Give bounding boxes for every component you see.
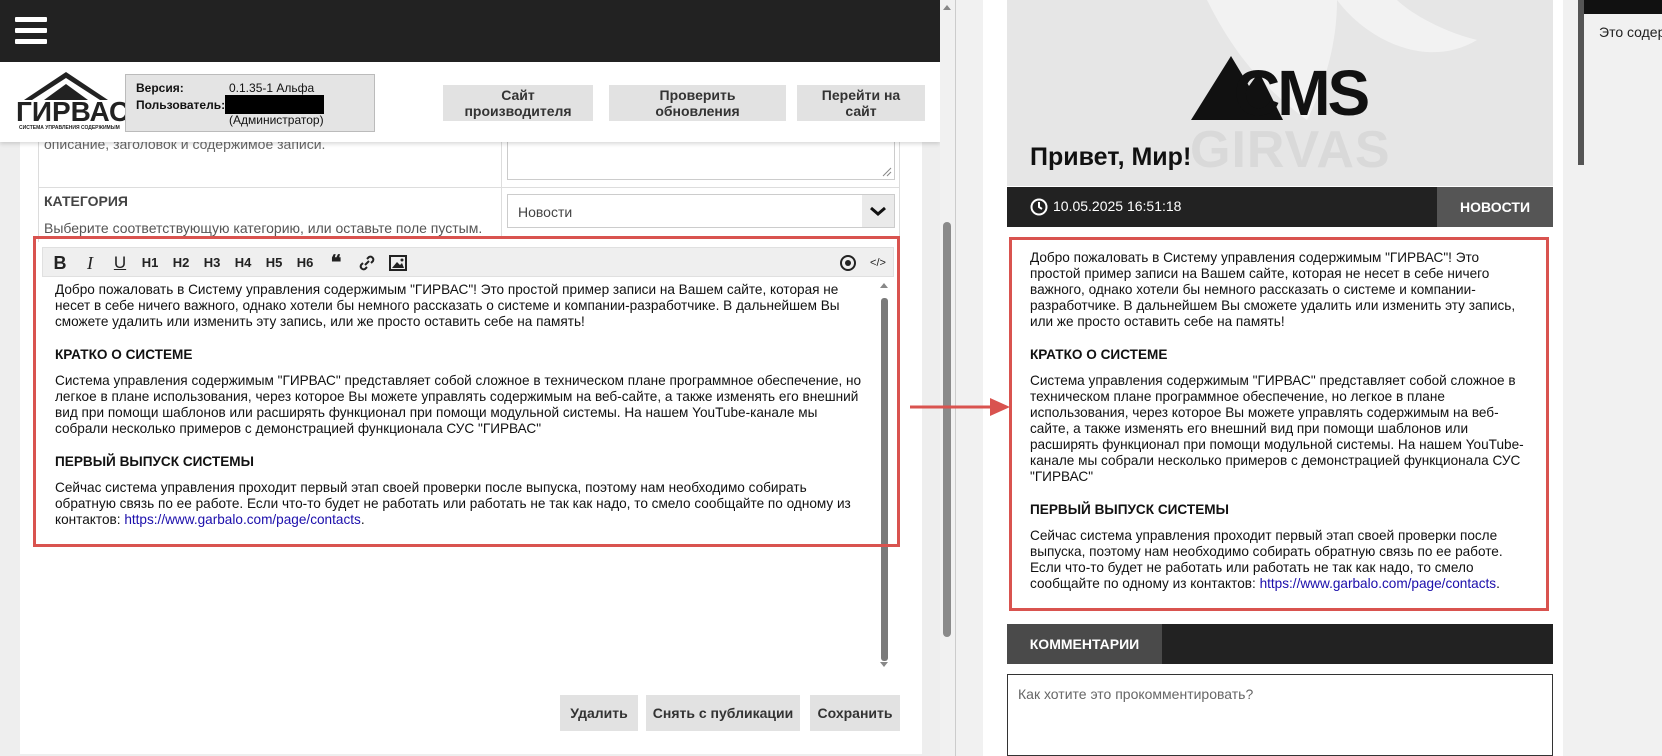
post-category-badge[interactable]: НОВОСТИ (1437, 187, 1553, 227)
code-view-icon[interactable]: </> (863, 252, 893, 274)
menu-icon[interactable] (0, 0, 62, 62)
admin-pane: ГИРВАС СИСТЕМА УПРАВЛЕНИЯ СОДЕРЖИМЫМ Вер… (0, 0, 940, 756)
arrow-right-icon (910, 398, 1010, 416)
preview-about: Система управления содержимым "ГИРВАС" п… (1030, 373, 1524, 484)
save-button[interactable]: Сохранить (810, 695, 900, 731)
scroll-down-icon[interactable] (879, 661, 889, 669)
post-body: Добро пожаловать в Систему управления со… (1030, 250, 1530, 609)
comments-tab[interactable]: КОММЕНТАРИИ (1007, 624, 1162, 664)
release-paragraph: Сейчас система управления проходит первы… (55, 480, 870, 528)
category-label: КАТЕГОРИЯ (44, 193, 128, 209)
version-value: 0.1.35-1 Альфа (229, 81, 315, 95)
category-select[interactable]: Новости (507, 194, 895, 228)
preview-release-end: . (1496, 576, 1500, 591)
about-paragraph: Система управления содержимым "ГИРВАС" п… (55, 373, 862, 436)
side-panel: Это содер (1563, 0, 1662, 756)
logo-subtitle: СИСТЕМА УПРАВЛЕНИЯ СОДЕРЖИМЫМ (19, 125, 120, 131)
side-panel-text: Это содер (1599, 24, 1662, 40)
comment-input[interactable]: Как хотите это прокомментировать? (1007, 674, 1553, 756)
redacted-username (225, 95, 324, 114)
comment-placeholder: Как хотите это прокомментировать? (1018, 686, 1254, 702)
screen: ГИРВАС СИСТЕМА УПРАВЛЕНИЯ СОДЕРЖИМЫМ Вер… (0, 0, 1662, 756)
about-heading: КРАТКО О СИСТЕМЕ (55, 347, 193, 362)
h5-button[interactable]: H5 (261, 252, 287, 274)
go-to-site-button[interactable]: Перейти на сайт (797, 85, 925, 121)
category-value: Новости (518, 204, 573, 220)
h3-button[interactable]: H3 (199, 252, 225, 274)
contacts-link[interactable]: https://www.garbalo.com/page/contacts (124, 512, 361, 527)
row-divider (38, 187, 900, 188)
link-icon[interactable] (354, 252, 380, 274)
post-date: 10.05.2025 16:51:18 (1053, 198, 1182, 214)
logo[interactable]: ГИРВАС СИСТЕМА УПРАВЛЕНИЯ СОДЕРЖИМЫМ (16, 70, 129, 132)
h6-button[interactable]: H6 (292, 252, 318, 274)
preview-about-heading: КРАТКО О СИСТЕМЕ (1030, 347, 1168, 362)
italic-button[interactable]: I (77, 252, 103, 274)
page-scroll-thumb[interactable] (943, 222, 951, 637)
unpublish-button[interactable]: Снять с публикации (646, 695, 800, 731)
vendor-site-button[interactable]: Сайт производителя (443, 85, 593, 121)
user-role: (Администратор) (229, 113, 324, 127)
intro-paragraph: Добро пожаловать в Систему управления со… (55, 282, 840, 329)
user-label: Пользователь: (136, 98, 226, 112)
quote-icon[interactable]: ❝ (323, 252, 349, 274)
check-updates-button[interactable]: Проверить обновления (609, 85, 786, 121)
logo-text: ГИРВАС (16, 96, 130, 127)
top-bar (0, 0, 940, 62)
side-panel-border (1578, 0, 1584, 165)
scroll-up-icon[interactable] (879, 281, 889, 289)
cms-logo-text: CMS (1234, 57, 1370, 129)
bold-button[interactable]: B (47, 252, 73, 274)
pane-separator[interactable] (955, 0, 983, 756)
admin-header: ГИРВАС СИСТЕМА УПРАВЛЕНИЯ СОДЕРЖИМЫМ Вер… (0, 62, 940, 142)
side-panel-header (1578, 0, 1662, 14)
h2-button[interactable]: H2 (168, 252, 194, 274)
post-title: Привет, Мир! (1030, 143, 1192, 171)
preview-toggle-icon[interactable] (835, 252, 861, 274)
scroll-up-icon[interactable] (940, 2, 954, 12)
preview-contacts-link[interactable]: https://www.garbalo.com/page/contacts (1260, 576, 1497, 591)
clock-icon (1030, 198, 1048, 216)
resize-handle-icon[interactable] (882, 167, 892, 177)
info-box: Версия: 0.1.35-1 Альфа Пользователь: (Ад… (125, 74, 375, 132)
category-help: Выберите соответствующую категорию, или … (44, 220, 483, 236)
field-divider (501, 130, 502, 238)
preview-release-heading: ПЕРВЫЙ ВЫПУСК СИСТЕМЫ (1030, 502, 1229, 517)
preview-intro: Добро пожаловать в Систему управления со… (1030, 250, 1516, 329)
release-end: . (360, 512, 365, 527)
editor-content[interactable]: Добро пожаловать в Систему управления со… (55, 282, 870, 545)
editor-toolbar: B I U H1 H2 H3 H4 H5 H6 ❝ </> (42, 247, 894, 277)
h1-button[interactable]: H1 (137, 252, 163, 274)
h4-button[interactable]: H4 (230, 252, 256, 274)
chevron-down-icon[interactable] (862, 195, 894, 227)
editor-scroll-thumb[interactable] (881, 298, 888, 661)
underline-button[interactable]: U (107, 252, 133, 274)
delete-button[interactable]: Удалить (560, 695, 638, 731)
version-label: Версия: (136, 81, 184, 95)
image-icon[interactable] (385, 252, 411, 274)
release-heading: ПЕРВЫЙ ВЫПУСК СИСТЕМЫ (55, 454, 254, 469)
preview-release: Сейчас система управления проходит первы… (1030, 528, 1530, 592)
